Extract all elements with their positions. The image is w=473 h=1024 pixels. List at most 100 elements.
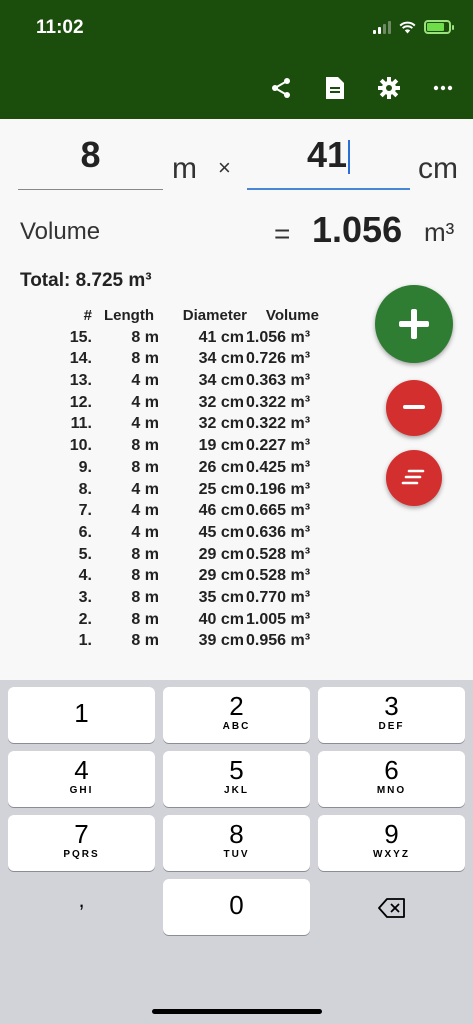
header-length: Length [104, 307, 154, 324]
key-5[interactable]: 5 JKL [163, 751, 310, 807]
row-number: 8. [78, 480, 92, 498]
status-time: 11:02 [36, 17, 84, 38]
key-digit: 2 [229, 691, 244, 721]
key-digit: 6 [384, 755, 399, 785]
row-number: 10. [69, 437, 92, 455]
row-diameter: 29 cm [198, 545, 244, 563]
battery-charging-icon [424, 20, 454, 34]
volume-unit: m³ [424, 217, 455, 247]
row-number: 1. [78, 632, 92, 650]
table-body: 15. 8 m 41 cm 1.056 m³ 14. 8 m 34 cm 0.726 m³ 13… [48, 327, 328, 652]
volume-value: 1.056 [312, 209, 403, 250]
clear-all-button[interactable] [386, 450, 442, 506]
row-number: 12. [69, 393, 92, 411]
diameter-input[interactable]: 41 [247, 135, 410, 190]
row-diameter: 34 cm [198, 350, 244, 368]
table-row: 11. 4 m 32 cm 0.322 m³ [48, 413, 328, 435]
row-length: 4 m [131, 372, 159, 390]
key-8[interactable]: 8 TUV [163, 815, 310, 871]
row-volume: 0.636 m³ [246, 523, 311, 541]
key-digit: 9 [384, 819, 399, 849]
key-letters: WXYZ [373, 849, 410, 860]
key-letters: JKL [224, 785, 249, 796]
volume-row: Volume = 1.056 m³ [0, 209, 473, 259]
times-symbol: × [218, 155, 231, 180]
key-digit: 7 [74, 819, 89, 849]
row-length: 4 m [131, 393, 159, 411]
key-4[interactable]: 4 GHI [8, 751, 155, 807]
length-input[interactable]: 8 [18, 135, 163, 190]
row-number: 14. [69, 350, 92, 368]
share-button[interactable] [265, 72, 297, 104]
document-button[interactable] [319, 72, 351, 104]
key-6[interactable]: 6 MNO [318, 751, 465, 807]
minus-icon [403, 405, 425, 409]
row-volume: 0.227 m³ [246, 437, 311, 455]
table-row: 2. 8 m 40 cm 1.005 m³ [48, 609, 328, 631]
row-number: 7. [78, 502, 92, 520]
key-1[interactable]: 1 [8, 687, 155, 743]
log-table: # Length Diameter Volume 15. 8 m 41 cm 1.05… [48, 305, 328, 652]
header-number: # [83, 307, 92, 324]
delete-key[interactable] [318, 880, 465, 935]
settings-button[interactable] [373, 72, 405, 104]
plus-icon [399, 309, 429, 339]
row-diameter: 40 cm [198, 610, 244, 628]
key-7[interactable]: 7 PQRS [8, 815, 155, 871]
comma-key[interactable]: , [8, 880, 155, 935]
table-row: 14. 8 m 34 cm 0.726 m³ [48, 348, 328, 370]
row-volume: 0.528 m³ [246, 567, 311, 585]
app-header: 11:02 [0, 0, 473, 119]
row-volume: 0.196 m³ [246, 480, 311, 498]
cellular-signal-icon [373, 20, 391, 34]
key-0[interactable]: 0 [163, 879, 310, 935]
row-volume: 1.056 m³ [246, 328, 311, 346]
table-row: 7. 4 m 46 cm 0.665 m³ [48, 500, 328, 522]
row-volume: 0.425 m³ [246, 458, 311, 476]
key-digit: 0 [229, 890, 244, 920]
remove-button[interactable] [386, 380, 442, 436]
row-volume: 0.322 m³ [246, 393, 311, 411]
row-diameter: 45 cm [198, 523, 244, 541]
row-length: 4 m [131, 415, 159, 433]
row-volume: 0.322 m³ [246, 415, 311, 433]
key-digit: 8 [229, 819, 244, 849]
row-length: 4 m [131, 480, 159, 498]
table-row: 5. 8 m 29 cm 0.528 m³ [48, 544, 328, 566]
row-length: 8 m [131, 437, 159, 455]
table-row: 1. 8 m 39 cm 0.956 m³ [48, 630, 328, 652]
row-volume: 0.770 m³ [246, 588, 311, 606]
key-digit: 3 [384, 691, 399, 721]
row-number: 5. [78, 545, 92, 563]
row-length: 8 m [131, 545, 159, 563]
row-length: 8 m [131, 350, 159, 368]
table-row: 12. 4 m 32 cm 0.322 m³ [48, 392, 328, 414]
key-9[interactable]: 9 WXYZ [318, 815, 465, 871]
diameter-value: 41 [306, 134, 348, 175]
row-volume: 0.726 m³ [246, 350, 311, 368]
row-number: 13. [69, 372, 92, 390]
key-2[interactable]: 2 ABC [163, 687, 310, 743]
text-caret [348, 140, 351, 175]
total-volume: Total: 8.725 m³ [20, 270, 152, 291]
row-volume: 0.665 m³ [246, 502, 311, 520]
key-digit: 1 [74, 698, 89, 728]
equals-sign: = [274, 218, 291, 249]
row-diameter: 25 cm [198, 480, 244, 498]
row-diameter: 32 cm [198, 415, 244, 433]
clear-list-icon [401, 469, 425, 485]
row-volume: 1.005 m³ [246, 610, 311, 628]
more-button[interactable] [427, 72, 459, 104]
home-indicator [152, 1009, 322, 1014]
table-row: 6. 4 m 45 cm 0.636 m³ [48, 522, 328, 544]
row-length: 4 m [131, 502, 159, 520]
row-diameter: 46 cm [198, 502, 244, 520]
row-length: 4 m [131, 523, 159, 541]
row-length: 8 m [131, 328, 159, 346]
header-diameter: Diameter [182, 307, 247, 324]
toolbar [265, 72, 459, 104]
add-button[interactable] [375, 285, 453, 363]
numeric-keypad: 1 2 ABC 3 DEF 4 GHI 5 JKL 6 MNO 7 PQRS 8 TUV 9 WXYZ 0 , [0, 680, 473, 1024]
key-letters: PQRS [63, 849, 100, 860]
key-3[interactable]: 3 DEF [318, 687, 465, 743]
